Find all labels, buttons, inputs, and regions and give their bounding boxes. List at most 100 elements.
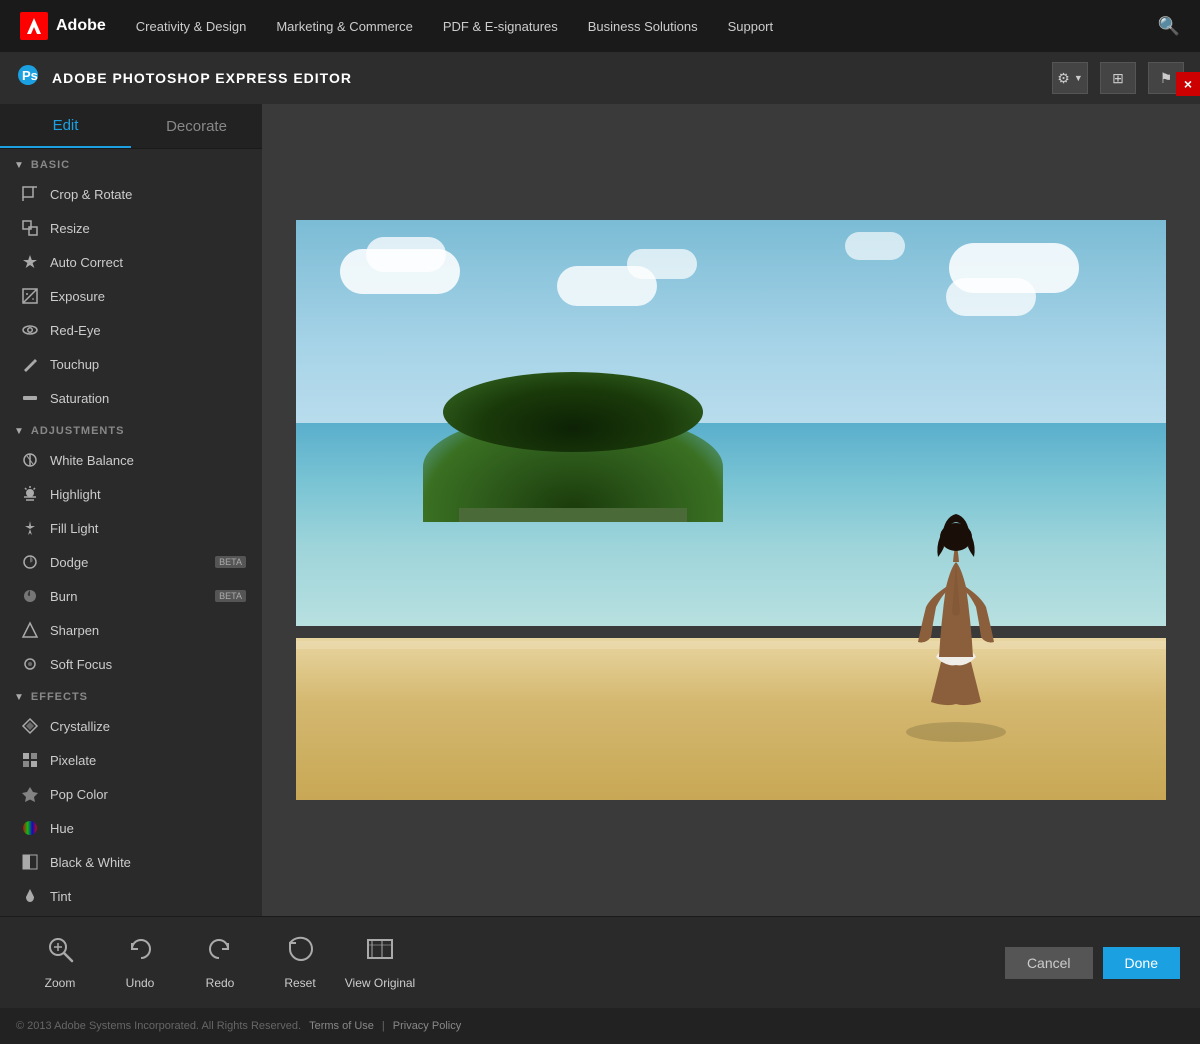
filllight-label: Fill Light (50, 521, 98, 536)
menu-item-crop[interactable]: Crop & Rotate (0, 177, 262, 211)
undo-icon (126, 935, 154, 970)
menu-item-softfocus[interactable]: Soft Focus (0, 647, 262, 681)
autocorrect-icon (20, 252, 40, 272)
reset-label: Reset (284, 976, 315, 990)
burn-label: Burn (50, 589, 77, 604)
menu-item-highlight[interactable]: Highlight (0, 477, 262, 511)
top-navigation: Adobe Creativity & Design Marketing & Co… (0, 0, 1200, 52)
redeye-label: Red-Eye (50, 323, 101, 338)
section-adjustments-arrow: ▼ (14, 426, 25, 437)
nav-business[interactable]: Business Solutions (588, 19, 698, 34)
menu-item-tint[interactable]: Tint (0, 879, 262, 913)
tint-label: Tint (50, 889, 71, 904)
section-basic-arrow: ▼ (14, 160, 25, 171)
svg-text:Ps: Ps (22, 68, 38, 83)
right-buttons: Cancel Done (1005, 947, 1180, 979)
popcolor-icon (20, 784, 40, 804)
tab-decorate[interactable]: Decorate (131, 104, 262, 148)
settings-button[interactable]: ⚙ ▼ (1052, 62, 1088, 94)
close-button[interactable]: × (1176, 72, 1200, 96)
redo-button[interactable]: Redo (180, 935, 260, 990)
dodge-icon (20, 552, 40, 572)
saturation-icon (20, 388, 40, 408)
menu-item-whitebalance[interactable]: White Balance (0, 443, 262, 477)
burn-icon (20, 586, 40, 606)
menu-item-pixelate[interactable]: Pixelate (0, 743, 262, 777)
zoom-button[interactable]: Zoom (20, 935, 100, 990)
menu-item-exposure[interactable]: Exposure (0, 279, 262, 313)
redo-label: Redo (206, 976, 235, 990)
app-title: ADOBE PHOTOSHOP EXPRESS EDITOR (52, 70, 1040, 86)
adobe-logo-icon (20, 12, 48, 40)
sharpen-label: Sharpen (50, 623, 99, 638)
main-layout: Edit Decorate ▼ BASIC Crop & Rotate (0, 104, 1200, 916)
main-image (296, 220, 1166, 800)
terms-link[interactable]: Terms of Use (309, 1020, 374, 1032)
sidebar: Edit Decorate ▼ BASIC Crop & Rotate (0, 104, 262, 916)
menu-item-burn[interactable]: Burn BETA (0, 579, 262, 613)
menu-item-filllight[interactable]: Fill Light (0, 511, 262, 545)
app-header: Ps ADOBE PHOTOSHOP EXPRESS EDITOR ⚙ ▼ ⊞ … (0, 52, 1200, 104)
section-basic-header[interactable]: ▼ BASIC (0, 149, 262, 177)
blackwhite-label: Black & White (50, 855, 131, 870)
nav-marketing[interactable]: Marketing & Commerce (276, 19, 413, 34)
menu-item-sharpen[interactable]: Sharpen (0, 613, 262, 647)
view-original-button[interactable]: View Original (340, 935, 420, 990)
menu-item-popcolor[interactable]: Pop Color (0, 777, 262, 811)
cloud-2 (366, 237, 446, 272)
menu-item-sketch[interactable]: Sketch (0, 913, 262, 916)
cloud-4 (627, 249, 697, 279)
filllight-icon (20, 518, 40, 538)
crop-label: Crop & Rotate (50, 187, 132, 202)
nav-pdf[interactable]: PDF & E-signatures (443, 19, 558, 34)
search-icon[interactable]: 🔍 (1158, 16, 1180, 37)
section-basic-label: BASIC (31, 159, 70, 171)
touchup-icon (20, 354, 40, 374)
tint-icon (20, 886, 40, 906)
menu-item-touchup[interactable]: Touchup (0, 347, 262, 381)
menu-item-resize[interactable]: Resize (0, 211, 262, 245)
app-logo-icon: Ps (16, 63, 40, 93)
section-adjustments-header[interactable]: ▼ ADJUSTMENTS (0, 415, 262, 443)
menu-item-saturation[interactable]: Saturation (0, 381, 262, 415)
blackwhite-icon (20, 852, 40, 872)
settings-icon: ⚙ (1057, 70, 1070, 87)
redeye-icon (20, 320, 40, 340)
menu-item-dodge[interactable]: Dodge BETA (0, 545, 262, 579)
menu-item-redeye[interactable]: Red-Eye (0, 313, 262, 347)
cancel-button[interactable]: Cancel (1005, 947, 1093, 979)
adobe-logo[interactable]: Adobe (20, 12, 106, 40)
island-trees-top (443, 372, 703, 452)
softfocus-icon (20, 654, 40, 674)
footer: © 2013 Adobe Systems Incorporated. All R… (0, 1008, 1200, 1044)
undo-button[interactable]: Undo (100, 935, 180, 990)
menu-item-hue[interactable]: Hue (0, 811, 262, 845)
adobe-brand-name: Adobe (56, 17, 106, 35)
cloud-7 (845, 232, 905, 260)
popcolor-label: Pop Color (50, 787, 108, 802)
section-effects-header[interactable]: ▼ EFFECTS (0, 681, 262, 709)
reset-button[interactable]: Reset (260, 935, 340, 990)
bottom-toolbar: Zoom Undo Redo Reset (0, 916, 1200, 1008)
menu-item-blackwhite[interactable]: Black & White (0, 845, 262, 879)
zoom-label: Zoom (45, 976, 76, 990)
touchup-label: Touchup (50, 357, 99, 372)
whitebalance-label: White Balance (50, 453, 134, 468)
menu-item-crystallize[interactable]: Crystallize (0, 709, 262, 743)
view-icon: ⊞ (1112, 70, 1124, 87)
nav-creativity[interactable]: Creativity & Design (136, 19, 247, 34)
nav-support[interactable]: Support (728, 19, 774, 34)
dodge-label: Dodge (50, 555, 88, 570)
menu-item-autocorrect[interactable]: Auto Correct (0, 245, 262, 279)
shoreline (296, 641, 1166, 649)
tab-edit[interactable]: Edit (0, 104, 131, 148)
privacy-link[interactable]: Privacy Policy (393, 1020, 461, 1032)
sharpen-icon (20, 620, 40, 640)
done-button[interactable]: Done (1103, 947, 1180, 979)
sand-bg (296, 638, 1166, 800)
settings-dropdown-icon: ▼ (1074, 73, 1083, 83)
burn-beta-badge: BETA (215, 590, 246, 602)
view-original-icon (366, 935, 394, 970)
resize-label: Resize (50, 221, 90, 236)
view-button[interactable]: ⊞ (1100, 62, 1136, 94)
